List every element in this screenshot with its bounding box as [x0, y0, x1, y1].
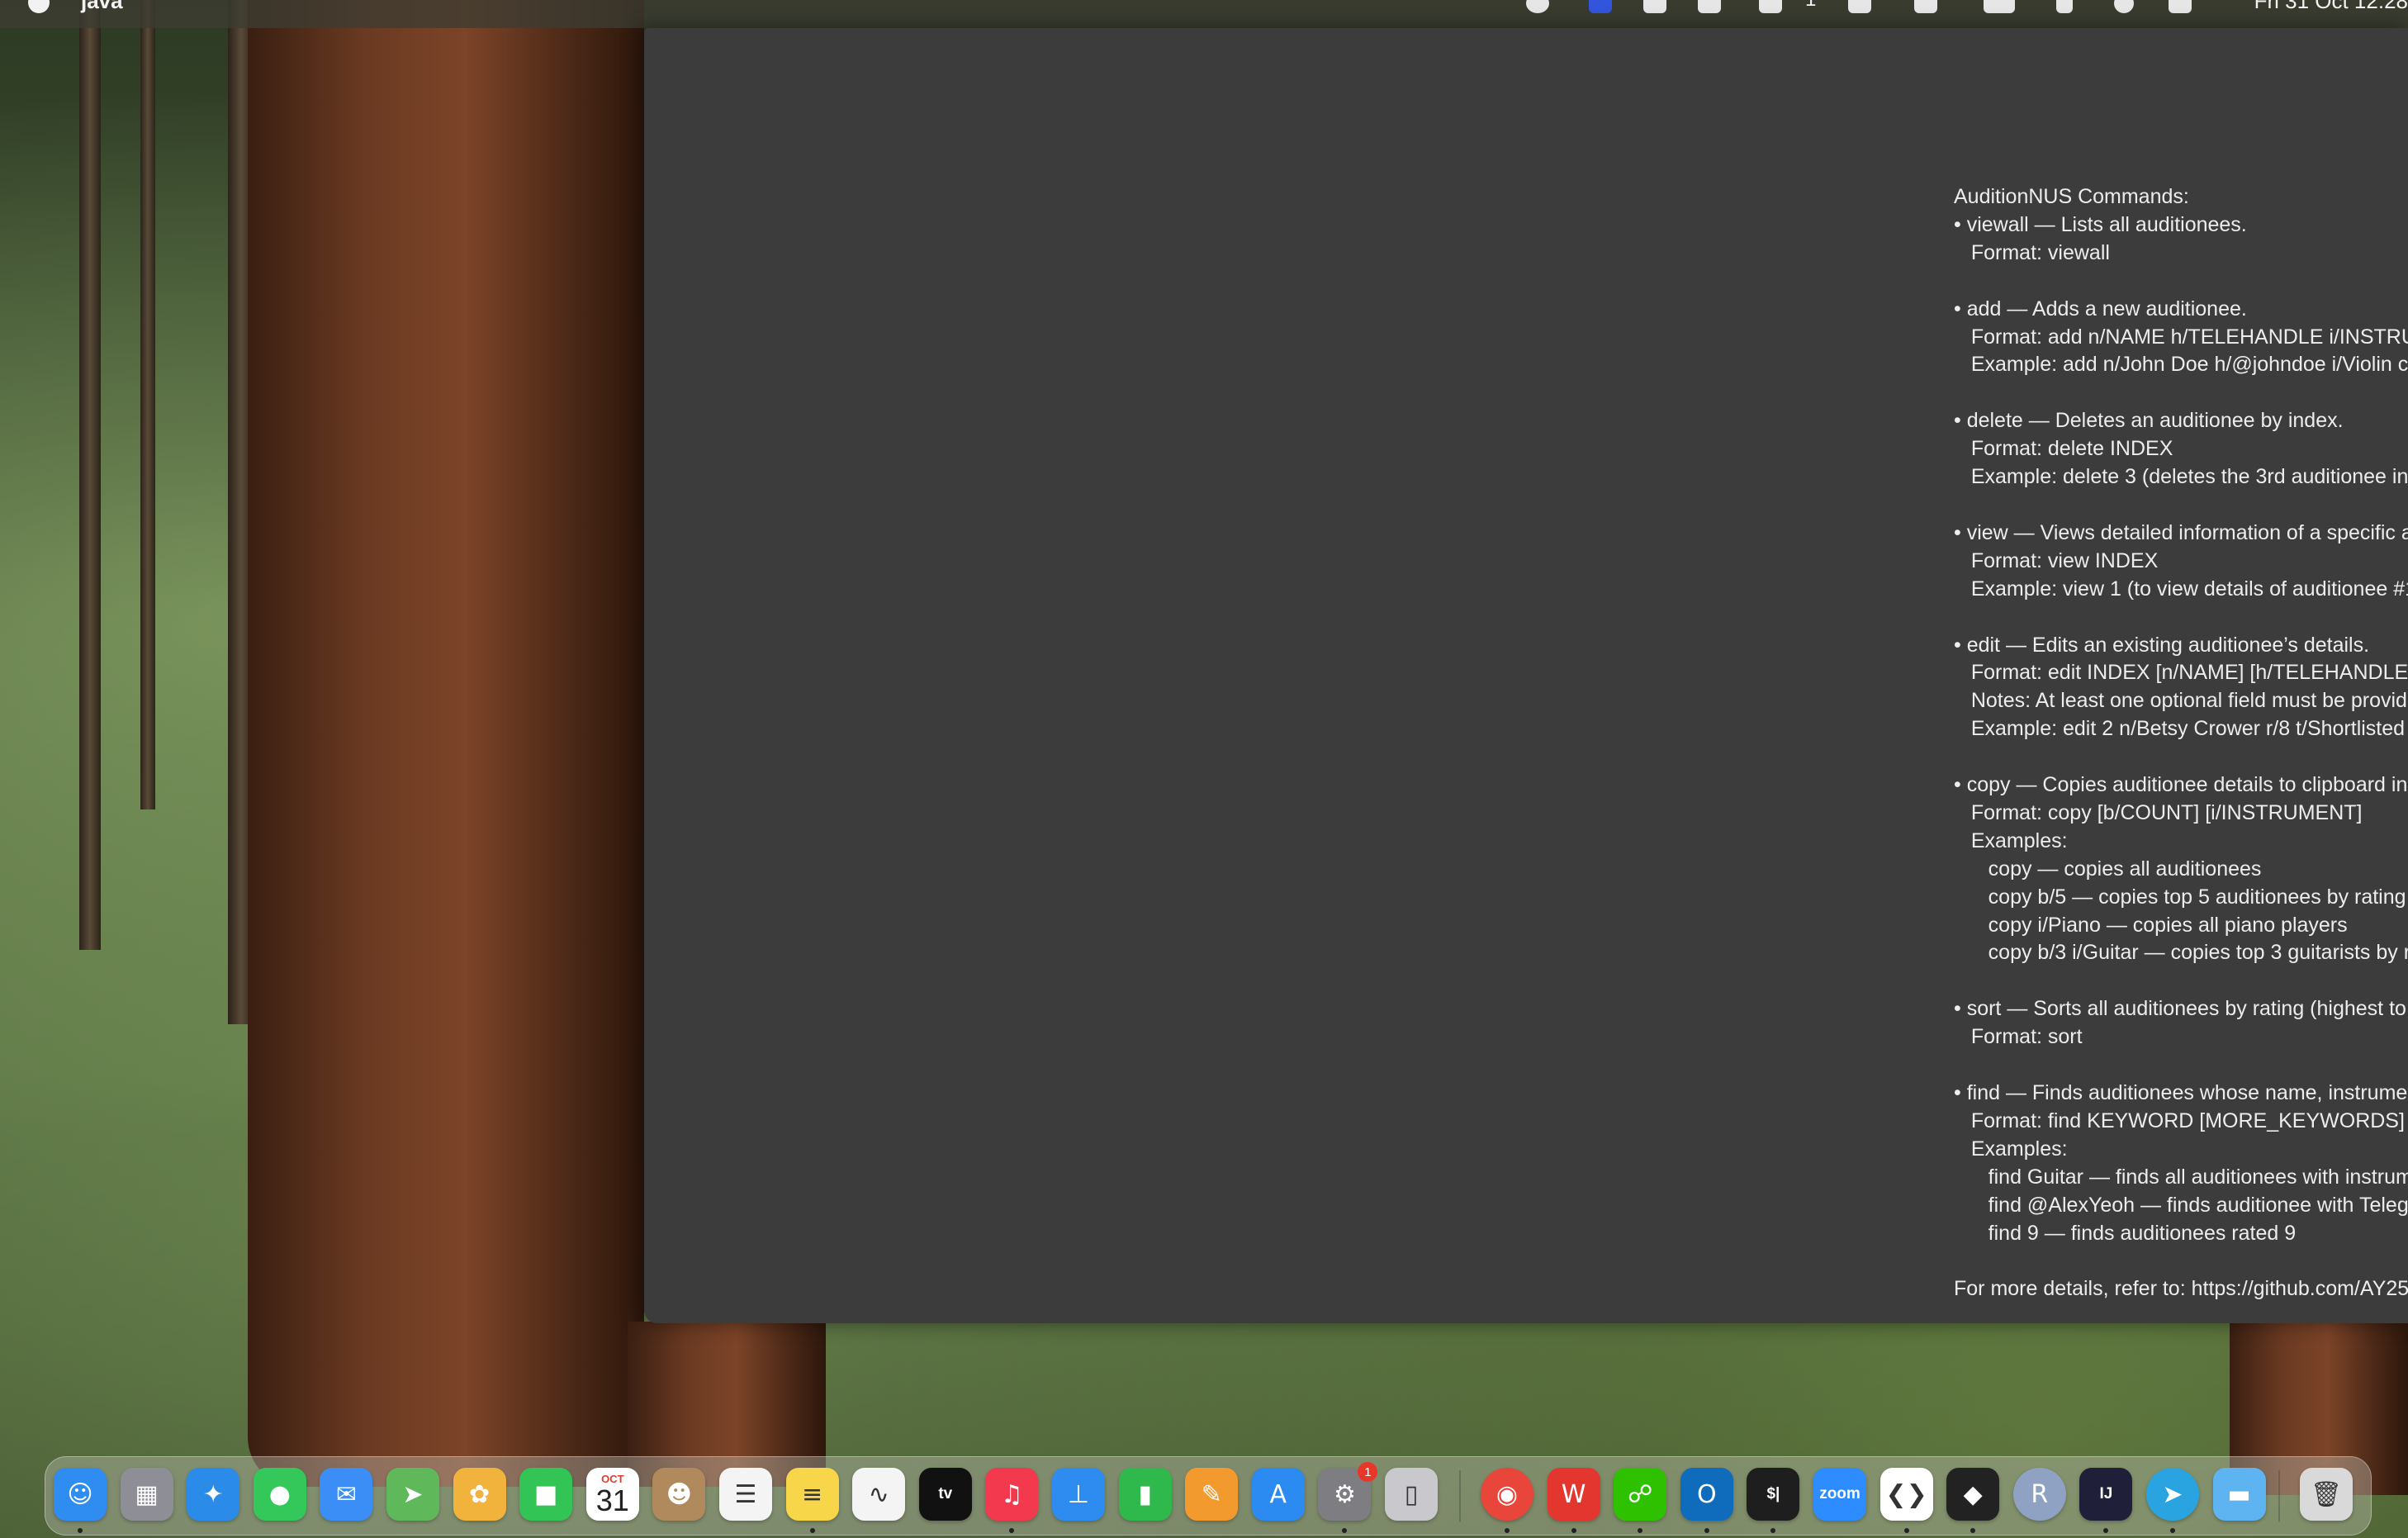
iphone-mirroring-icon[interactable]: ▯: [1385, 1468, 1438, 1521]
wallpaper-tree: [140, 0, 155, 809]
input-method-icon[interactable]: [1589, 0, 1612, 13]
dock: ☺ ▦ ✦ ● ✉ ➤ ✿ ■ OCT 31 ☻ ☰ ≡ ∿ tv ♫ ⊥ ▮ ✎ A ⚙ 1 ▯ ◉ W ☍ O $| zoom ❮❯ ◆…: [45, 1456, 2372, 1536]
terminal-label: $|: [1766, 1485, 1780, 1502]
music-icon[interactable]: ♫: [985, 1468, 1039, 1521]
running-indicator: [78, 1528, 83, 1533]
apple-tv-icon[interactable]: tv: [918, 1468, 972, 1521]
photos-icon[interactable]: ✿: [453, 1468, 506, 1521]
safari-icon[interactable]: ✦: [187, 1468, 240, 1521]
notification-count-icon[interactable]: [1526, 0, 1549, 13]
word-icon[interactable]: [1848, 0, 1871, 13]
menu-bar-clock[interactable]: Fri 31 Oct 12:28: [2254, 0, 2408, 14]
shield-icon[interactable]: [1643, 0, 1666, 13]
running-indicator: [1903, 1528, 1909, 1533]
chat-bubble-icon[interactable]: [1759, 0, 1782, 13]
calendar-day: 31: [595, 1483, 629, 1517]
contacts-icon[interactable]: ☻: [652, 1468, 706, 1521]
terminal-icon[interactable]: $|: [1747, 1468, 1800, 1521]
keynote-icon[interactable]: ⊥: [1052, 1468, 1105, 1521]
wifi-icon[interactable]: [2056, 0, 2073, 13]
zoom-label: zoom: [1819, 1485, 1861, 1502]
intellij-label: IJ: [2099, 1485, 2113, 1502]
running-indicator: [1770, 1528, 1776, 1533]
running-indicator: [1970, 1528, 1976, 1533]
app-store-icon[interactable]: A: [1251, 1468, 1305, 1521]
text-box-icon[interactable]: [1914, 0, 1937, 13]
notification-badge: 1: [1358, 1462, 1378, 1482]
running-indicator: [1704, 1528, 1709, 1533]
intellij-icon[interactable]: IJ: [2079, 1468, 2133, 1521]
active-app-name[interactable]: java: [81, 0, 123, 14]
display-icon[interactable]: [1698, 0, 1721, 13]
freeform-icon[interactable]: ∿: [852, 1468, 906, 1521]
pages-icon[interactable]: ✎: [1185, 1468, 1239, 1521]
calendar-icon[interactable]: OCT 31: [585, 1468, 639, 1521]
trash-icon[interactable]: 🗑: [2300, 1468, 2353, 1521]
running-indicator: [1571, 1528, 1576, 1533]
running-indicator: [1009, 1528, 1015, 1533]
zoom-icon[interactable]: zoom: [1813, 1468, 1866, 1521]
control-center-icon[interactable]: [2169, 0, 2192, 13]
mail-icon[interactable]: ✉: [320, 1468, 373, 1521]
apple-tv-label: tv: [938, 1485, 953, 1502]
notes-icon[interactable]: ≡: [785, 1468, 839, 1521]
running-indicator: [2103, 1528, 2109, 1533]
wechat-icon[interactable]: ☍: [1614, 1468, 1667, 1521]
telegram-icon[interactable]: ➤: [2146, 1468, 2199, 1521]
running-indicator: [1342, 1528, 1348, 1533]
search-icon[interactable]: [2114, 0, 2134, 13]
wps-office-icon[interactable]: W: [1547, 1468, 1600, 1521]
menu-bar: java 1 Fri 31 Oct 12:28: [0, 0, 2408, 28]
vscode-icon[interactable]: ❮❯: [1879, 1468, 1933, 1521]
messages-icon[interactable]: ●: [253, 1468, 306, 1521]
chat-count: 1: [1805, 0, 1816, 12]
outlook-icon[interactable]: O: [1680, 1468, 1733, 1521]
chrome-icon[interactable]: ◉: [1481, 1468, 1533, 1521]
maps-icon[interactable]: ➤: [386, 1468, 439, 1521]
finder-icon[interactable]: ☺: [54, 1468, 107, 1521]
dock-separator: [1459, 1470, 1461, 1521]
wallpaper-redwood-trunk: [248, 0, 644, 1487]
apple-menu-icon[interactable]: [28, 0, 50, 13]
battery-icon[interactable]: [1984, 0, 2015, 13]
dock-separator: [2278, 1470, 2280, 1521]
launchpad-icon[interactable]: ▦: [120, 1468, 173, 1521]
running-indicator: [1505, 1528, 1510, 1533]
r-icon[interactable]: R: [2012, 1468, 2066, 1521]
running-indicator: [809, 1528, 815, 1533]
reminders-icon[interactable]: ☰: [719, 1468, 772, 1521]
java-app-window: AuditionNUS Commands: • viewall — Lists …: [644, 28, 2408, 1323]
facetime-icon[interactable]: ■: [519, 1468, 573, 1521]
folder-icon[interactable]: ▬: [2212, 1468, 2266, 1521]
running-indicator: [1638, 1528, 1643, 1533]
running-indicator: [2170, 1528, 2175, 1533]
help-command-list: AuditionNUS Commands: • viewall — Lists …: [1954, 185, 2408, 1301]
wallpaper-tree: [79, 0, 101, 950]
numbers-icon[interactable]: ▮: [1118, 1468, 1172, 1521]
unity-icon[interactable]: ◆: [1946, 1468, 2000, 1521]
